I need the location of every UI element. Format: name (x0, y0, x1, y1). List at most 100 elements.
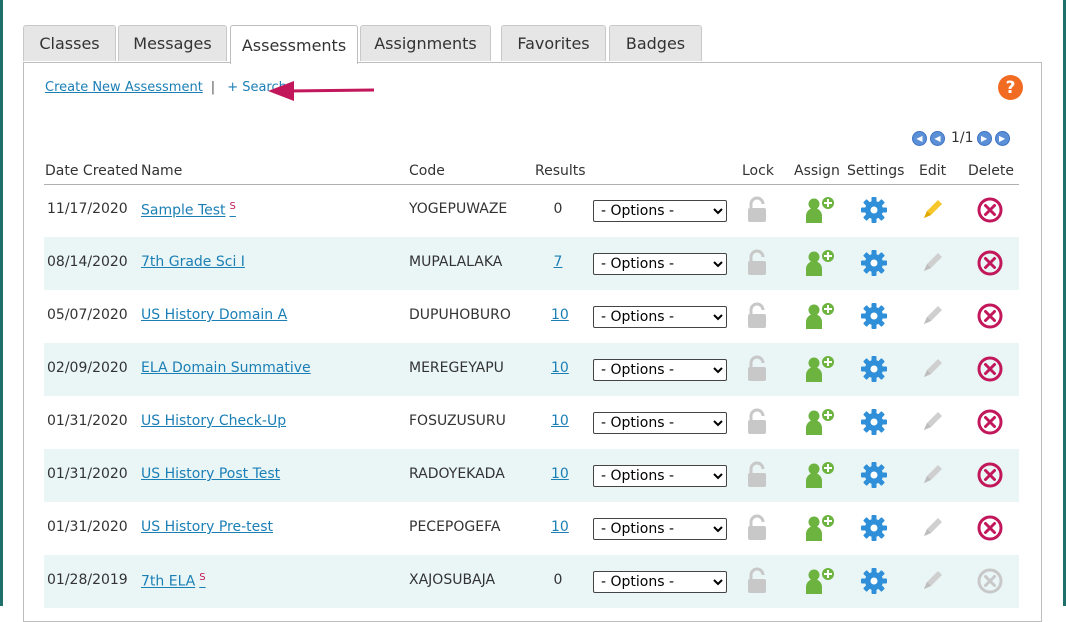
lock-icon[interactable] (743, 408, 771, 436)
assessment-name-link[interactable]: US History Pre-test (141, 519, 273, 535)
assessment-code: FOSUZUSURU (409, 413, 506, 429)
settings-gear-icon[interactable] (860, 461, 888, 489)
tab-classes[interactable]: Classes (23, 25, 116, 61)
date-created: 01/28/2019 (47, 572, 128, 588)
next-page-icon[interactable]: ▶ (976, 130, 992, 146)
delete-icon[interactable] (976, 408, 1004, 436)
assessment-code: PECEPOGEFA (409, 519, 501, 535)
assessment-name-link[interactable]: ELA Domain Summative (141, 360, 311, 376)
assign-user-icon[interactable] (803, 249, 837, 277)
options-select[interactable]: - Options - (593, 359, 727, 381)
options-select[interactable]: - Options - (593, 571, 727, 593)
assessment-name[interactable]: US History Pre-test (141, 519, 273, 535)
column-edit: Edit (919, 163, 947, 179)
lock-icon[interactable] (743, 461, 771, 489)
lock-icon[interactable] (743, 514, 771, 542)
assign-user-icon[interactable] (803, 567, 837, 595)
assessment-name-link[interactable]: US History Check-Up (141, 413, 286, 429)
page-indicator: 1/1 (951, 130, 974, 146)
action-links: Create New Assessment | + Search (45, 80, 287, 95)
results-count[interactable]: 10 (551, 413, 569, 429)
settings-gear-icon[interactable] (860, 249, 888, 277)
date-created: 01/31/2020 (47, 413, 128, 429)
column-date-created[interactable]: Date Created (45, 163, 138, 179)
delete-icon[interactable] (976, 249, 1004, 277)
assessment-name[interactable]: 7th ELA (141, 574, 195, 590)
lock-icon[interactable] (743, 249, 771, 277)
delete-icon[interactable] (976, 514, 1004, 542)
results-count[interactable]: 7 (551, 254, 565, 270)
create-new-assessment-link[interactable]: Create New Assessment (45, 80, 203, 95)
options-select[interactable]: - Options - (593, 253, 727, 275)
options-select[interactable]: - Options - (593, 306, 727, 328)
assessment-name-link[interactable]: 7th ELA S (141, 572, 206, 590)
edit-pencil-icon (918, 461, 946, 489)
options-select[interactable]: - Options - (593, 200, 727, 222)
assessment-name[interactable]: Sample Test (141, 203, 226, 219)
assessment-name-link[interactable]: 7th Grade Sci I (141, 254, 245, 270)
tab-badges[interactable]: Badges (609, 25, 702, 61)
tab-assessments[interactable]: Assessments (230, 25, 358, 64)
edit-pencil-icon (918, 302, 946, 330)
delete-icon[interactable] (976, 355, 1004, 383)
settings-gear-icon[interactable] (860, 408, 888, 436)
column-settings: Settings (847, 163, 905, 179)
settings-gear-icon[interactable] (860, 514, 888, 542)
date-created: 08/14/2020 (47, 254, 128, 270)
assign-user-icon[interactable] (803, 302, 837, 330)
settings-gear-icon[interactable] (860, 355, 888, 383)
options-select[interactable]: - Options - (593, 518, 727, 540)
settings-gear-icon[interactable] (860, 302, 888, 330)
edit-pencil-icon (918, 567, 946, 595)
column-code[interactable]: Code (409, 163, 445, 179)
lock-icon[interactable] (743, 355, 771, 383)
assessment-code: XAJOSUBAJA (409, 572, 496, 588)
help-icon[interactable]: ? (998, 75, 1023, 100)
column-name[interactable]: Name (141, 163, 182, 179)
assign-user-icon[interactable] (803, 408, 837, 436)
delete-icon[interactable] (976, 461, 1004, 489)
assessment-name[interactable]: US History Domain A (141, 307, 287, 323)
options-select[interactable]: - Options - (593, 465, 727, 487)
assessment-table: 11/17/2020 Sample Test S YOGEPUWAZE 0- Optio… (44, 184, 1019, 608)
assign-user-icon[interactable] (803, 355, 837, 383)
first-page-icon[interactable]: ◀ (912, 130, 927, 146)
last-page-icon[interactable]: ▶ (994, 130, 1010, 146)
results-count[interactable]: 10 (551, 360, 569, 376)
assign-user-icon[interactable] (803, 514, 837, 542)
lock-icon[interactable] (743, 302, 771, 330)
table-row: 11/17/2020 Sample Test S YOGEPUWAZE 0 - Optio… (44, 184, 1019, 237)
edit-pencil-icon (918, 408, 946, 436)
lock-icon[interactable] (743, 196, 771, 224)
window-border-left (0, 0, 3, 606)
edit-pencil-icon[interactable] (918, 196, 946, 224)
assessment-name[interactable]: US History Check-Up (141, 413, 286, 429)
settings-gear-icon[interactable] (860, 196, 888, 224)
settings-gear-icon[interactable] (860, 567, 888, 595)
column-results: Results (535, 163, 586, 179)
assign-user-icon[interactable] (803, 461, 837, 489)
date-created: 11/17/2020 (47, 201, 128, 217)
results-count[interactable]: 10 (551, 307, 569, 323)
assessment-name[interactable]: US History Post Test (141, 466, 280, 482)
delete-icon[interactable] (976, 302, 1004, 330)
assessment-name-link[interactable]: US History Domain A (141, 307, 287, 323)
delete-icon[interactable] (976, 196, 1004, 224)
options-select[interactable]: - Options - (593, 412, 727, 434)
date-created: 01/31/2020 (47, 466, 128, 482)
table-row: 01/28/2019 7th ELA S XAJOSUBAJA 0 - Options - (44, 555, 1019, 608)
lock-icon[interactable] (743, 567, 771, 595)
results-count[interactable]: 10 (551, 519, 569, 535)
assessment-name[interactable]: 7th Grade Sci I (141, 254, 245, 270)
tab-messages[interactable]: Messages (118, 25, 227, 61)
assessment-name-link[interactable]: Sample Test S (141, 201, 236, 219)
edit-pencil-icon (918, 355, 946, 383)
assign-user-icon[interactable] (803, 196, 837, 224)
assessment-name-link[interactable]: US History Post Test (141, 466, 280, 482)
results-count[interactable]: 10 (551, 466, 569, 482)
table-row: 01/31/2020 US History Post Test RADOYEKADA… (44, 449, 1019, 502)
assessment-name[interactable]: ELA Domain Summative (141, 360, 311, 376)
previous-page-icon[interactable]: ◀ (930, 130, 945, 146)
tab-favorites[interactable]: Favorites (501, 25, 606, 61)
tab-assignments[interactable]: Assignments (360, 25, 491, 61)
